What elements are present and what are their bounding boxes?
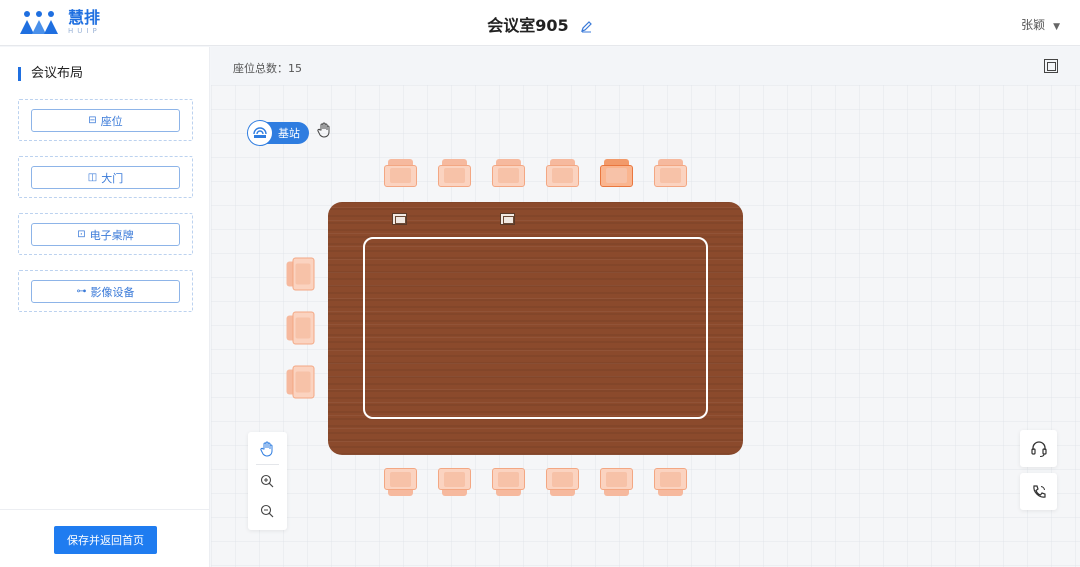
seat[interactable] bbox=[492, 159, 525, 187]
pan-hand-icon[interactable] bbox=[258, 440, 276, 458]
layout-canvas[interactable]: 基站 bbox=[211, 85, 1080, 567]
seat-selected[interactable] bbox=[600, 159, 633, 187]
seat[interactable] bbox=[384, 159, 417, 187]
base-station-label: 基站 bbox=[278, 127, 300, 140]
top-header: 慧排 HUIP 会议室905 张颖 ▼ bbox=[0, 0, 1080, 46]
seat-icon: ⊟ bbox=[88, 115, 97, 126]
tool-label: 影像设备 bbox=[90, 285, 135, 299]
seat[interactable] bbox=[438, 468, 471, 496]
seat[interactable] bbox=[492, 468, 525, 496]
divider bbox=[256, 464, 279, 465]
hand-drag-icon[interactable] bbox=[317, 122, 331, 138]
tool-label: 大门 bbox=[101, 171, 124, 185]
caret-down-icon: ▼ bbox=[1053, 22, 1060, 32]
seat[interactable] bbox=[286, 257, 315, 291]
fullscreen-icon[interactable] bbox=[1044, 59, 1058, 73]
phone-icon[interactable] bbox=[1020, 473, 1057, 510]
tool-box-camera: ⊶ 影像设备 bbox=[18, 270, 193, 312]
add-seat-button[interactable]: ⊟ 座位 bbox=[31, 109, 180, 132]
customer-service-icon[interactable] bbox=[1020, 430, 1057, 467]
add-door-button[interactable]: ◫ 大门 bbox=[31, 166, 180, 189]
seat[interactable] bbox=[384, 468, 417, 496]
table-inner-outline bbox=[363, 237, 708, 419]
add-camera-button[interactable]: ⊶ 影像设备 bbox=[31, 280, 180, 303]
base-station-icon bbox=[247, 120, 273, 146]
seat[interactable] bbox=[600, 468, 633, 496]
user-name: 张颖 bbox=[1021, 18, 1046, 32]
seat[interactable] bbox=[286, 365, 315, 399]
seat[interactable] bbox=[654, 468, 687, 496]
seat[interactable] bbox=[546, 468, 579, 496]
section-title: 会议布局 bbox=[18, 67, 83, 81]
tool-box-nameplate: ⊡ 电子桌牌 bbox=[18, 213, 193, 255]
seat[interactable] bbox=[438, 159, 471, 187]
user-menu[interactable]: 张颖 ▼ bbox=[1021, 16, 1060, 33]
sidebar-footer: 保存并返回首页 bbox=[0, 509, 210, 567]
add-nameplate-button[interactable]: ⊡ 电子桌牌 bbox=[31, 223, 180, 246]
base-station-chip[interactable]: 基站 bbox=[247, 120, 309, 146]
nameplate-marker-icon[interactable] bbox=[392, 213, 407, 225]
camera-icon: ⊶ bbox=[76, 286, 87, 297]
nameplate-icon: ⊡ bbox=[77, 229, 86, 240]
tool-box-seat: ⊟ 座位 bbox=[18, 99, 193, 141]
conference-table[interactable] bbox=[328, 202, 743, 455]
seat-total-value: 15 bbox=[288, 62, 302, 75]
sidebar: 会议布局 ⊟ 座位 ◫ 大门 ⊡ 电子桌牌 ⊶ 影像设备 保存并返回首页 bbox=[0, 47, 210, 567]
seat[interactable] bbox=[546, 159, 579, 187]
zoom-out-icon[interactable] bbox=[258, 502, 276, 520]
seat[interactable] bbox=[654, 159, 687, 187]
tool-label: 电子桌牌 bbox=[89, 228, 134, 242]
seat[interactable] bbox=[286, 311, 315, 345]
nameplate-marker-icon[interactable] bbox=[500, 213, 515, 225]
meeting-room-title: 会议室905 bbox=[487, 16, 569, 35]
zoom-panel bbox=[248, 432, 287, 530]
tool-box-door: ◫ 大门 bbox=[18, 156, 193, 198]
zoom-in-icon[interactable] bbox=[258, 472, 276, 490]
door-icon: ◫ bbox=[87, 172, 98, 183]
seat-total-label: 座位总数： bbox=[233, 62, 288, 75]
save-and-return-button[interactable]: 保存并返回首页 bbox=[54, 526, 157, 554]
edit-icon[interactable] bbox=[580, 20, 593, 33]
main-area: 座位总数：15 基站 bbox=[211, 47, 1080, 567]
seat-total: 座位总数：15 bbox=[233, 60, 302, 76]
tool-label: 座位 bbox=[100, 114, 123, 128]
